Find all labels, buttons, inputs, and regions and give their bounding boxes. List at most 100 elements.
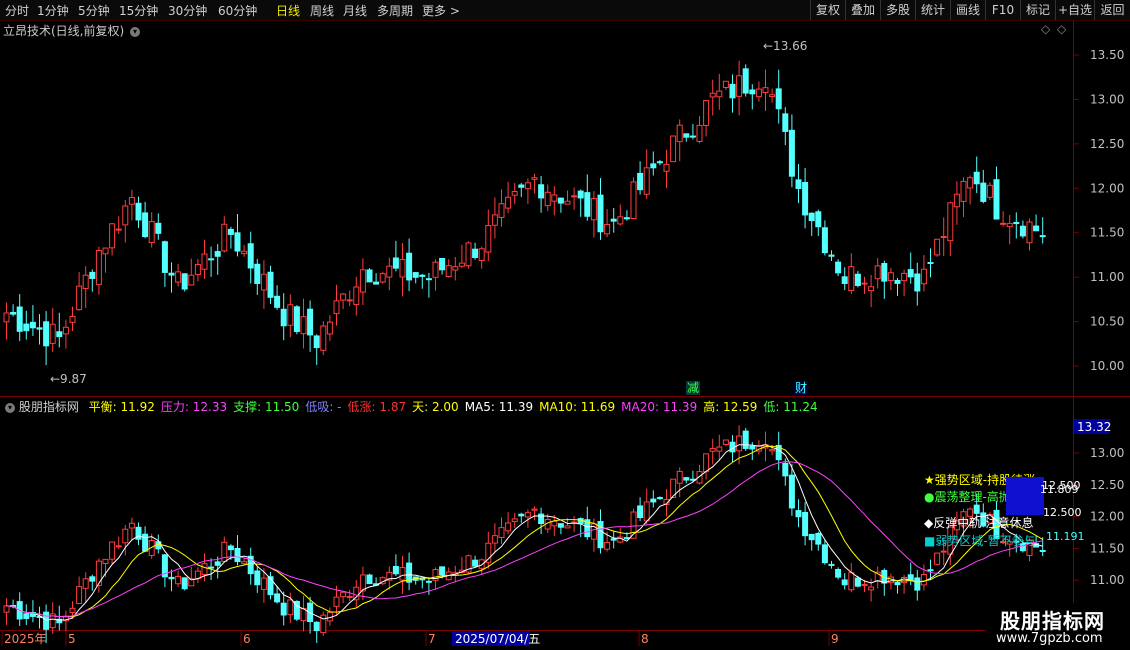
main-candle (1006, 222, 1013, 228)
indicator-value-1: 压力: 12.33 (160, 400, 228, 414)
main-candle (10, 311, 17, 315)
sub-candle (775, 444, 782, 461)
diamond-icon[interactable]: ◇ (1041, 22, 1050, 36)
more-label: 更多 (422, 4, 447, 18)
main-candle (709, 92, 716, 98)
main-candle (927, 262, 934, 265)
main-candle (907, 269, 914, 278)
main-candle (1039, 235, 1046, 238)
period-tab-daily[interactable]: 日线 (276, 2, 300, 19)
sub-candle (1019, 543, 1026, 552)
main-candle (828, 254, 835, 257)
mark-button[interactable]: 标记 (1020, 0, 1055, 20)
main-candle (980, 182, 987, 202)
sub-candle (109, 541, 116, 560)
sub-candle (62, 615, 69, 622)
sub-candle (643, 501, 650, 522)
main-candle (267, 271, 274, 298)
main-candle (89, 271, 96, 279)
indicator-value-8: MA20: 11.39 (621, 400, 698, 414)
period-tab-multi[interactable]: 多周期 (377, 2, 413, 19)
sub-candle (590, 523, 597, 540)
main-candle (788, 129, 795, 177)
period-tab-more[interactable]: 更多 > (422, 2, 460, 19)
period-toolbar: 分时 1分钟 5分钟 15分钟 30分钟 60分钟 日线 周线 月线 多周期 更… (0, 0, 1130, 21)
sub-candle (1039, 549, 1046, 552)
sub-candle (617, 536, 624, 543)
main-candle (254, 263, 261, 284)
chevron-down-icon[interactable]: ▾ (130, 26, 141, 37)
period-tab-30min[interactable]: 30分钟 (168, 2, 207, 19)
main-candle (280, 308, 287, 327)
main-candle (742, 68, 749, 94)
sub-candle (82, 578, 89, 589)
sub-candle (425, 580, 432, 583)
kline-chart: 13.50 13.00 12.50 12.00 11.50 11.00 10.50 10.00… (0, 20, 1130, 650)
main-candle (663, 163, 670, 172)
main-candle (775, 88, 782, 110)
main-candle (386, 265, 393, 278)
sub-candle (1006, 541, 1013, 545)
sub-candle (300, 608, 307, 622)
add-watchlist-button[interactable]: +自选 (1055, 0, 1094, 20)
indicator-name: 股朋指标网 (18, 400, 79, 414)
period-tab-1min[interactable]: 1分钟 (37, 2, 69, 19)
sub-candle (524, 512, 531, 518)
main-candle (485, 225, 492, 253)
sub-candle (887, 576, 894, 584)
main-candle (406, 252, 413, 281)
draw-line-button[interactable]: 画线 (950, 0, 985, 20)
statistics-button[interactable]: 统计 (915, 0, 950, 20)
overlay-button[interactable]: 叠加 (845, 0, 880, 20)
zone-label: ★强势区域-持股待涨 (924, 472, 1035, 487)
f10-button[interactable]: F10 (985, 0, 1020, 20)
indicator-value-7: MA10: 11.69 (539, 400, 616, 414)
main-candle (274, 295, 281, 308)
sub-candle (175, 575, 182, 585)
main-candle (551, 194, 558, 202)
main-candle (557, 197, 564, 204)
sub-candle (208, 566, 215, 569)
main-candle (1019, 225, 1026, 237)
main-candle (95, 250, 102, 285)
main-candle (221, 223, 228, 252)
main-chart-title[interactable]: 立昂技术(日线,前复权) ▾ (3, 22, 141, 39)
period-tab-5min[interactable]: 5分钟 (78, 2, 110, 19)
sub-candle (439, 566, 446, 576)
period-tab-60min[interactable]: 60分钟 (218, 2, 257, 19)
sub-candle (227, 545, 234, 551)
sub-candle (465, 555, 472, 573)
indicator-value-2: 支撑: 11.50 (233, 400, 300, 414)
sub-candle (762, 444, 769, 449)
sub-candle (815, 532, 822, 545)
period-tab-fenshi[interactable]: 分时 (5, 2, 29, 19)
main-candle (762, 87, 769, 93)
period-tab-monthly[interactable]: 月线 (343, 2, 367, 19)
indicator-menu-icon[interactable]: ▾ (5, 402, 15, 413)
sub-candle (274, 593, 281, 603)
sub-candle (452, 572, 459, 576)
sub-candle (703, 453, 710, 473)
main-candle (155, 222, 162, 234)
multi-stock-button[interactable]: 多股 (880, 0, 915, 20)
sub-candle (102, 558, 109, 565)
sub-candle (128, 522, 135, 529)
back-button[interactable]: 返回 (1094, 0, 1130, 20)
stock-title: 立昂技术(日线,前复权) (3, 24, 125, 38)
main-candle (227, 228, 234, 235)
sub-candle (373, 583, 380, 586)
sub-candle (531, 508, 538, 511)
chevron-down-icon[interactable]: ◇ (1057, 22, 1066, 36)
period-tab-weekly[interactable]: 周线 (310, 2, 334, 19)
main-candle (194, 263, 201, 276)
period-tab-15min[interactable]: 15分钟 (119, 2, 158, 19)
fuquan-button[interactable]: 复权 (810, 0, 845, 20)
main-y-label: 13.00 (1090, 92, 1124, 106)
event-marker-bg (686, 381, 700, 395)
main-candle (564, 200, 571, 205)
main-candle (234, 232, 241, 252)
sub-candle (485, 542, 492, 563)
watermark-url: www.7gpzb.com (996, 631, 1103, 646)
sub-candle (676, 470, 683, 484)
sub-candle (287, 599, 294, 616)
